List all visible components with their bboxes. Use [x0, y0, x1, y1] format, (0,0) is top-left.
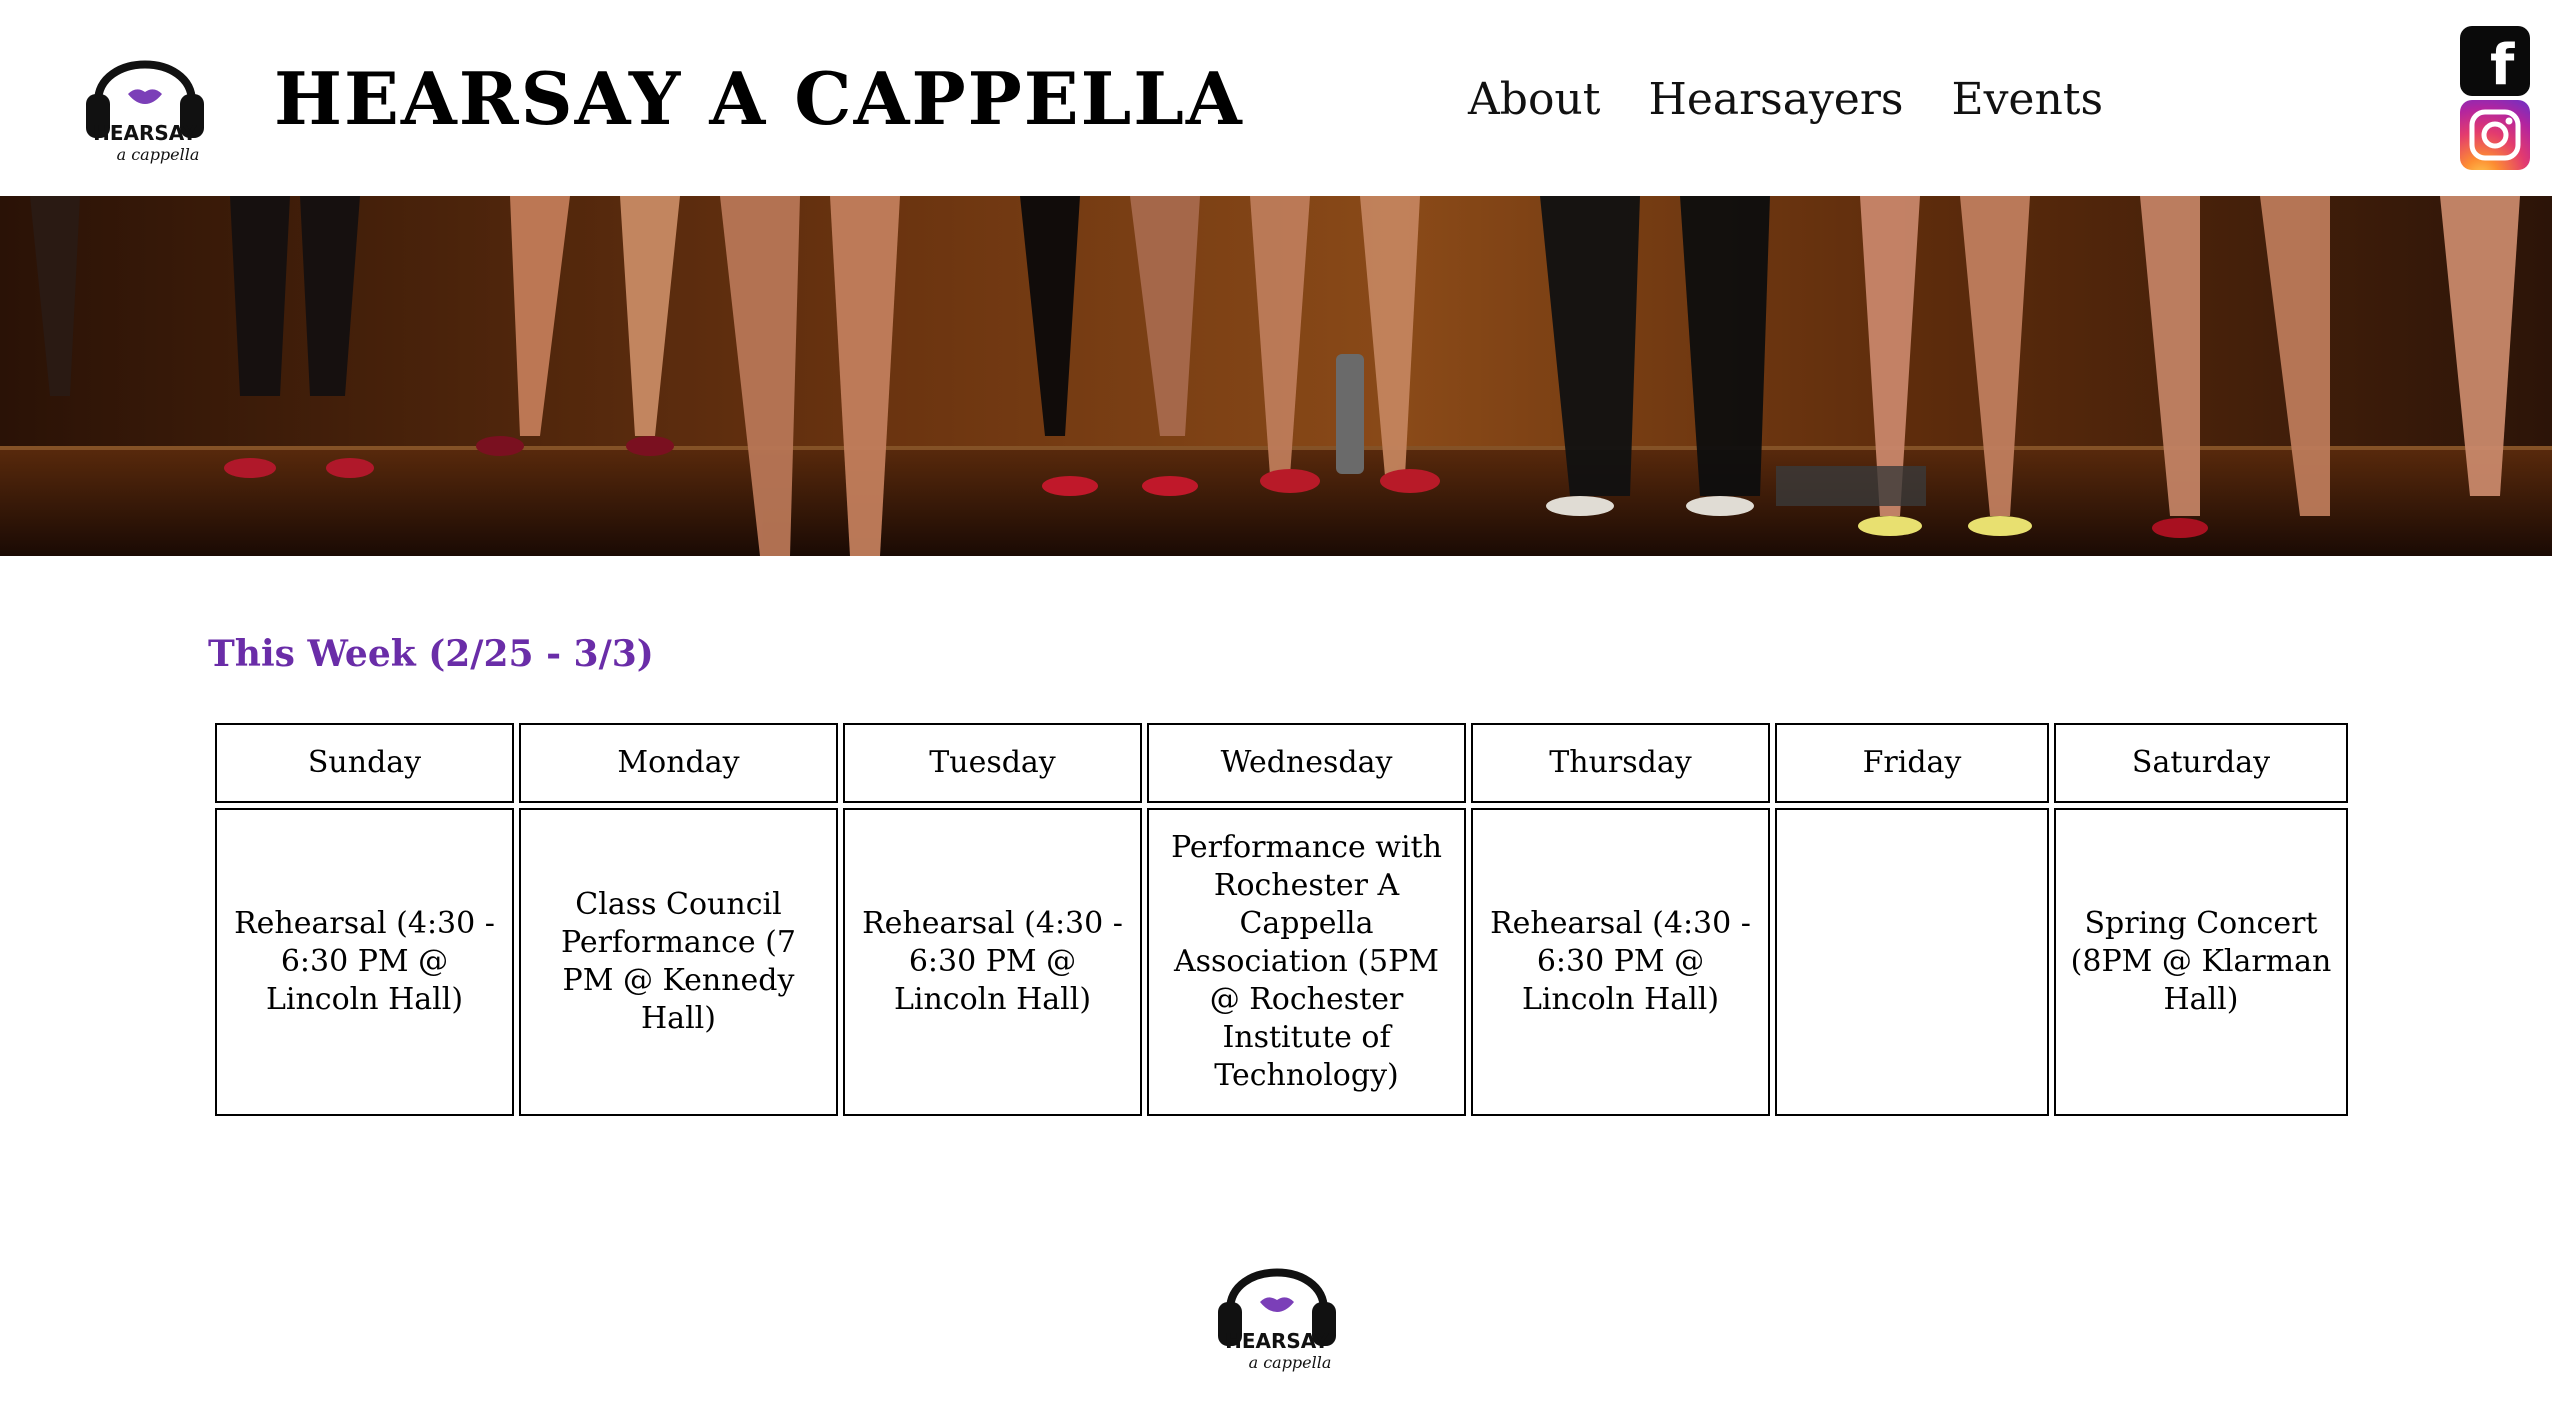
- event-monday: Class Council Performance (7 PM @ Kenned…: [519, 808, 838, 1116]
- footer-logo-text-bottom: a cappella: [1249, 1353, 1332, 1372]
- footer-logo: HEARSAY a cappella: [1218, 1268, 1336, 1372]
- header: HEARSAY a cappella HEARSAY A CAPPELLA Ab…: [0, 0, 2552, 196]
- event-friday: [1775, 808, 2049, 1116]
- nav-hearsayers[interactable]: Hearsayers: [1648, 70, 1903, 130]
- table-row: Rehearsal (4:30 - 6:30 PM @ Lincoln Hall…: [215, 808, 2348, 1116]
- event-thursday: Rehearsal (4:30 - 6:30 PM @ Lincoln Hall…: [1471, 808, 1770, 1116]
- logo-text-bottom: a cappella: [117, 145, 200, 164]
- facebook-glyph: f: [2490, 33, 2515, 98]
- week-heading: This Week (2/25 - 3/3): [208, 633, 654, 675]
- table-header-row: Sunday Monday Tuesday Wednesday Thursday…: [215, 723, 2348, 803]
- nav-about[interactable]: About: [1468, 70, 1600, 130]
- logo-text-top: HEARSAY: [93, 121, 197, 145]
- event-wednesday: Performance with Rochester A Cappella As…: [1147, 808, 1466, 1116]
- performers-legs-photo: [0, 196, 2552, 556]
- social-links: f: [2460, 26, 2532, 170]
- hearsay-logo[interactable]: HEARSAY a cappella: [70, 22, 220, 172]
- instagram-icon[interactable]: [2460, 100, 2530, 170]
- day-header-tuesday: Tuesday: [843, 723, 1142, 803]
- page: HEARSAY a cappella HEARSAY A CAPPELLA Ab…: [0, 0, 2552, 1402]
- week-schedule-table: Sunday Monday Tuesday Wednesday Thursday…: [210, 718, 2353, 1121]
- event-sunday: Rehearsal (4:30 - 6:30 PM @ Lincoln Hall…: [215, 808, 514, 1116]
- day-header-sunday: Sunday: [215, 723, 514, 803]
- day-header-wednesday: Wednesday: [1147, 723, 1466, 803]
- event-saturday: Spring Concert (8PM @ Klarman Hall): [2054, 808, 2348, 1116]
- banner-photo: [0, 196, 2552, 556]
- nav-events[interactable]: Events: [1951, 70, 2103, 130]
- day-header-friday: Friday: [1775, 723, 2049, 803]
- main-nav: About Hearsayers Events: [1468, 70, 2103, 130]
- event-tuesday: Rehearsal (4:30 - 6:30 PM @ Lincoln Hall…: [843, 808, 1142, 1116]
- footer-logo-text-top: HEARSAY: [1225, 1329, 1329, 1353]
- facebook-icon[interactable]: f: [2460, 26, 2530, 96]
- site-title: HEARSAY A CAPPELLA: [274, 56, 1244, 141]
- instagram-glyph: [2469, 109, 2521, 161]
- day-header-thursday: Thursday: [1471, 723, 1770, 803]
- day-header-monday: Monday: [519, 723, 838, 803]
- day-header-saturday: Saturday: [2054, 723, 2348, 803]
